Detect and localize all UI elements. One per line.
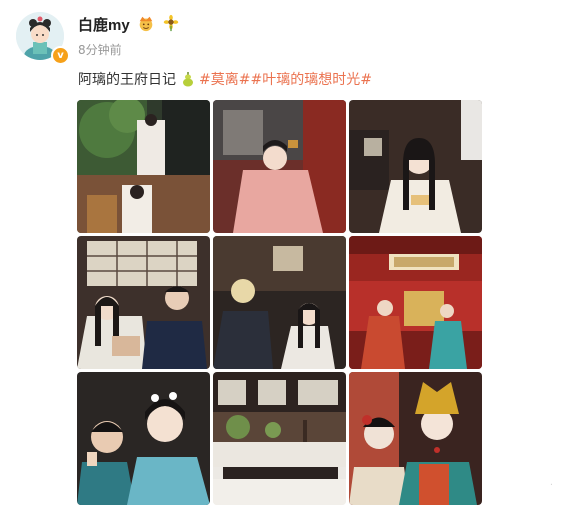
- hashtag-link[interactable]: #莫离#: [199, 72, 250, 88]
- photo-9[interactable]: [349, 372, 482, 505]
- photo-image: [213, 372, 346, 505]
- sunflower-emoji-icon: [163, 14, 179, 32]
- photo-image: [349, 236, 482, 369]
- hashtag-link[interactable]: #叶璃的璃想时光#: [250, 72, 371, 88]
- photo-image: [77, 372, 210, 505]
- watermark: ·: [549, 480, 554, 491]
- verified-badge-icon: v: [51, 46, 70, 65]
- photo-6[interactable]: [349, 236, 482, 369]
- photo-1[interactable]: [77, 100, 210, 233]
- username[interactable]: 白鹿my: [78, 14, 130, 35]
- photo-7[interactable]: [77, 372, 210, 505]
- crown-face-emoji-icon: [139, 16, 153, 32]
- photo-image: [77, 100, 210, 233]
- photo-5[interactable]: [213, 236, 346, 369]
- photo-image: [349, 372, 482, 505]
- photo-3[interactable]: [349, 100, 482, 233]
- timestamp: 8分钟前: [78, 43, 122, 57]
- photo-image: [77, 236, 210, 369]
- gourd-emoji-icon: [183, 72, 193, 87]
- photo-4[interactable]: [77, 236, 210, 369]
- post-text-prefix: 阿璃的王府日记: [78, 72, 176, 88]
- post-text: 阿璃的王府日记 #莫离##叶璃的璃想时光#: [78, 69, 372, 89]
- photo-2[interactable]: [213, 100, 346, 233]
- photo-image: [213, 100, 346, 233]
- photo-image: [213, 236, 346, 369]
- photo-grid: [77, 100, 483, 506]
- photo-8[interactable]: [213, 372, 346, 505]
- photo-image: [349, 100, 482, 233]
